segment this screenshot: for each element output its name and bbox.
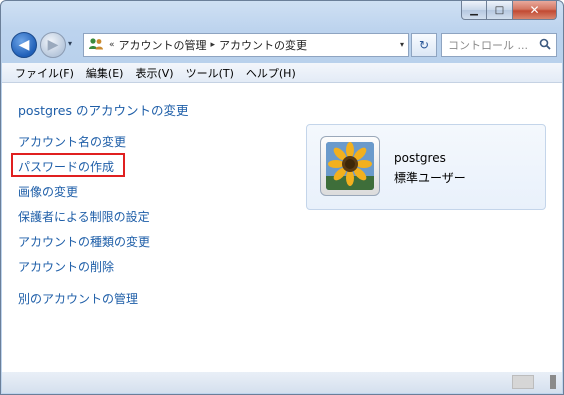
user-account-card: postgres 標準ユーザー	[306, 124, 546, 210]
address-dropdown-icon[interactable]: ▾	[400, 40, 404, 49]
delete-account-link[interactable]: アカウントの削除	[18, 258, 114, 275]
menu-view[interactable]: 表示(V)	[129, 65, 179, 81]
refresh-icon: ↻	[418, 38, 430, 52]
recent-pages-dropdown-icon[interactable]: ▾	[68, 39, 72, 48]
menu-help[interactable]: ヘルプ(H)	[240, 65, 302, 81]
caption-buttons: ▁ □ ✕	[461, 1, 557, 20]
resize-grip[interactable]	[550, 375, 556, 389]
minimize-button[interactable]: ▁	[461, 1, 487, 20]
account-type: 標準ユーザー	[394, 171, 466, 185]
manage-another-account-link[interactable]: 別のアカウントの管理	[18, 290, 138, 307]
forward-arrow-icon: ▶	[47, 37, 59, 53]
search-icon[interactable]	[539, 38, 551, 53]
back-arrow-icon: ◀	[18, 37, 30, 53]
menu-bar: ファイル(F) 編集(E) 表示(V) ツール(T) ヘルプ(H)	[2, 63, 562, 83]
address-bar[interactable]: « アカウントの管理 ▸ アカウントの変更 ▾	[83, 33, 409, 57]
menu-edit[interactable]: 編集(E)	[80, 65, 130, 81]
search-input[interactable]: コントロール ...	[441, 33, 557, 57]
address-overflow-chevron[interactable]: «	[109, 40, 115, 50]
page-title: postgres のアカウントの変更	[18, 103, 189, 118]
maximize-button[interactable]: □	[487, 1, 513, 20]
menu-file[interactable]: ファイル(F)	[9, 65, 80, 81]
back-button[interactable]: ◀	[11, 32, 37, 58]
avatar-frame	[320, 136, 380, 196]
change-account-type-link[interactable]: アカウントの種類の変更	[18, 233, 150, 250]
window: ▁ □ ✕ ◀ ▶ ▾ « アカウントの管理 ▸ アカウントの変更 ▾ ↻ コン…	[0, 0, 564, 395]
highlight-box	[11, 153, 125, 177]
user-name: postgres	[394, 151, 446, 165]
refresh-button[interactable]: ↻	[411, 33, 437, 57]
scrollbar-track[interactable]	[512, 375, 534, 389]
forward-button[interactable]: ▶	[40, 32, 66, 58]
rename-account-link[interactable]: アカウント名の変更	[18, 133, 126, 150]
users-icon	[87, 37, 105, 54]
close-button[interactable]: ✕	[513, 1, 557, 20]
change-picture-link[interactable]: 画像の変更	[18, 183, 78, 200]
sunflower-picture	[326, 142, 374, 190]
content-pane: postgres のアカウントの変更 アカウント名の変更 パスワードの作成 画像…	[2, 83, 562, 372]
menu-tools[interactable]: ツール(T)	[180, 65, 240, 81]
parental-controls-link[interactable]: 保護者による制限の設定	[18, 208, 150, 225]
breadcrumb-separator-icon[interactable]: ▸	[211, 40, 216, 50]
status-bar	[2, 372, 562, 393]
search-placeholder: コントロール ...	[448, 39, 528, 52]
breadcrumb-segment[interactable]: アカウントの管理	[119, 37, 207, 53]
navigation-bar: ◀ ▶ ▾ « アカウントの管理 ▸ アカウントの変更 ▾ ↻ コントロール .…	[9, 31, 557, 59]
breadcrumb-segment[interactable]: アカウントの変更	[219, 37, 307, 53]
